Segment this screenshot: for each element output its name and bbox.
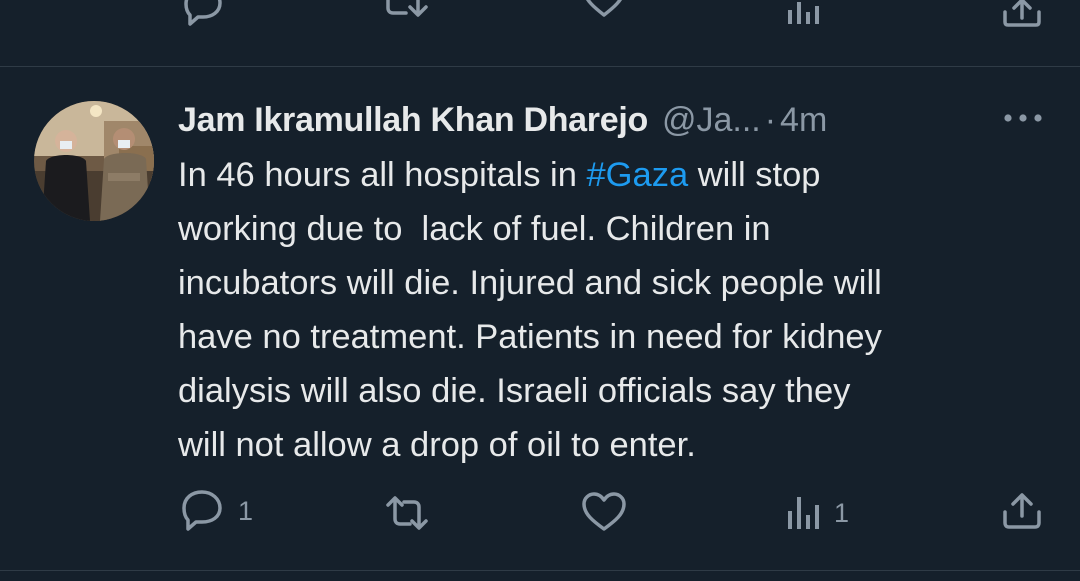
- views-icon: [788, 2, 819, 24]
- hashtag-link[interactable]: #Gaza: [587, 156, 689, 194]
- tweet-text-segment: In 46 hours all hospitals in: [178, 156, 587, 194]
- like-button[interactable]: [581, 492, 639, 532]
- share-icon: [1003, 0, 1041, 27]
- author-name[interactable]: Jam Ikramullah Khan Dharejo: [178, 101, 648, 140]
- reply-icon: [182, 490, 222, 531]
- retweet-icon: [386, 496, 428, 530]
- previous-tweet-action-bar: [0, 0, 1080, 67]
- tweet-divider: [0, 570, 1080, 571]
- retweet-icon: [386, 0, 428, 17]
- tweet-header: Jam Ikramullah Khan Dharejo @Ja... · 4m: [178, 96, 827, 144]
- tweet-text-line: dialysis will also die. Israeli official…: [178, 372, 851, 410]
- previous-reply-button[interactable]: [180, 0, 226, 26]
- share-button[interactable]: [1002, 492, 1042, 530]
- separator-dot: ·: [764, 100, 777, 139]
- reply-count: 1: [238, 495, 254, 526]
- like-icon: [586, 0, 622, 17]
- previous-like-button[interactable]: [581, 0, 627, 24]
- tweet-text-segment: will stop: [688, 156, 821, 194]
- reply-icon: [184, 0, 222, 26]
- tweet-text: In 46 hours all hospitals in #Gaza will …: [178, 148, 1058, 472]
- reply-button[interactable]: 1: [180, 490, 253, 532]
- more-icon: [1004, 114, 1042, 122]
- tweet-text-line: have no treatment. Patients in need for …: [178, 318, 882, 356]
- tweet-text-line: incubators will die. Injured and sick pe…: [178, 264, 882, 302]
- previous-views-button[interactable]: [786, 2, 822, 24]
- tweet-text-line: working due to lack of fuel. Children in: [178, 210, 771, 248]
- views-count: 1: [834, 497, 850, 528]
- views-button[interactable]: 1: [786, 497, 849, 529]
- profile-photo: [34, 101, 154, 221]
- previous-share-button[interactable]: [1002, 0, 1042, 28]
- retweet-button[interactable]: [384, 495, 442, 531]
- tweet-text-line: In 46 hours all hospitals in #Gaza will …: [178, 148, 1058, 202]
- share-icon: [1003, 493, 1041, 529]
- avatar[interactable]: [34, 101, 154, 221]
- more-options-button[interactable]: [1002, 110, 1044, 126]
- author-handle[interactable]: @Ja...: [662, 101, 761, 140]
- previous-retweet-button[interactable]: [384, 0, 432, 24]
- tweet-text-line: will not allow a drop of oil to enter.: [178, 426, 696, 464]
- views-icon: [788, 497, 819, 529]
- timestamp[interactable]: 4m: [780, 101, 827, 140]
- like-icon: [582, 492, 626, 531]
